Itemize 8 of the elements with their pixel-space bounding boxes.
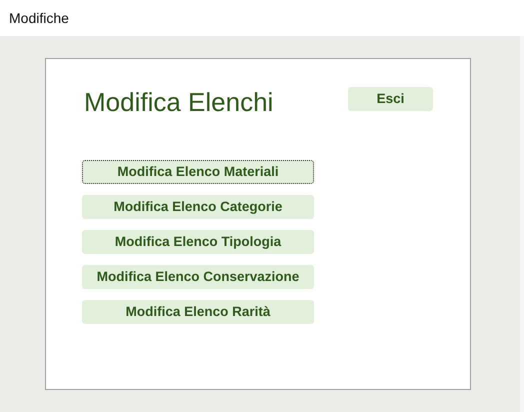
- list-edit-button[interactable]: Modifica Elenco Tipologia: [82, 230, 314, 254]
- exit-button[interactable]: Esci: [348, 87, 433, 111]
- form-heading: Modifica Elenchi: [84, 87, 274, 118]
- list-edit-button[interactable]: Modifica Elenco Materiali: [82, 160, 314, 184]
- list-edit-button[interactable]: Modifica Elenco Rarità: [82, 300, 314, 324]
- list-edit-button[interactable]: Modifica Elenco Conservazione: [82, 265, 314, 290]
- window-title: Modifiche: [9, 8, 69, 28]
- list-edit-button[interactable]: Modifica Elenco Categorie: [82, 195, 314, 220]
